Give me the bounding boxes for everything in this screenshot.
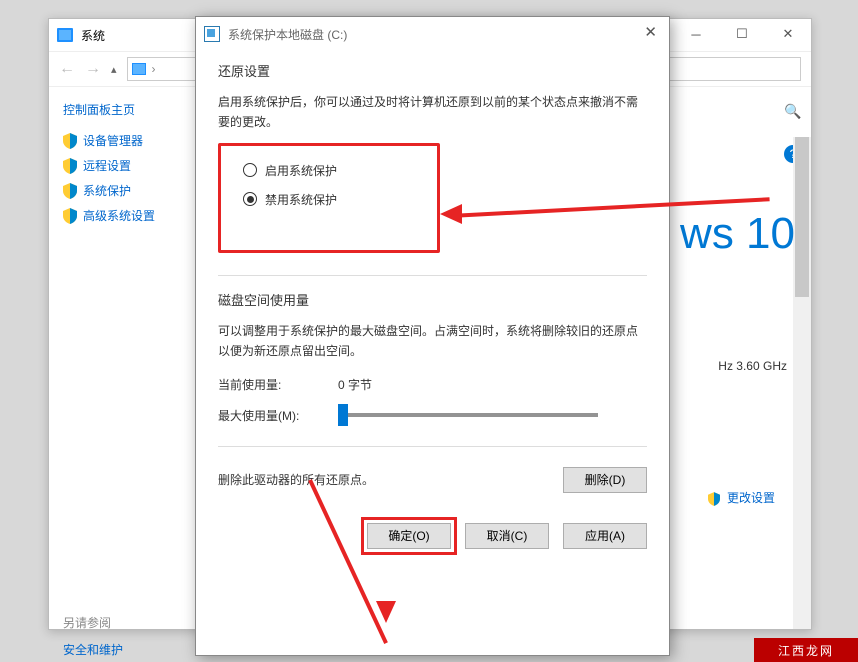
safety-link[interactable]: 安全和维护 xyxy=(63,641,181,658)
current-usage-label: 当前使用量: xyxy=(218,376,338,393)
arrow-head-icon xyxy=(376,601,396,623)
radio-group-highlight: 启用系统保护 禁用系统保护 xyxy=(218,143,440,253)
bg-window-controls: ─ ☐ ✕ xyxy=(673,19,811,49)
restore-description: 启用系统保护后，你可以通过及时将计算机还原到以前的某个状态点来撤消不需要的更改。 xyxy=(218,92,647,133)
sidebar: 控制面板主页 设备管理器 远程设置 系统保护 高级系统设置 另请参阅 安全和维护 xyxy=(49,87,195,629)
breadcrumb-icon xyxy=(132,63,146,75)
radio-checked-icon xyxy=(243,192,257,206)
change-settings-link[interactable]: 更改设置 xyxy=(708,489,775,506)
divider xyxy=(218,446,647,447)
close-button[interactable]: ✕ xyxy=(765,19,811,49)
up-arrow-icon[interactable]: ▴ xyxy=(111,63,117,76)
bg-title: 系统 xyxy=(81,27,105,44)
forward-arrow-icon[interactable]: → xyxy=(85,60,101,78)
delete-description: 删除此驱动器的所有还原点。 xyxy=(218,471,374,488)
cancel-button[interactable]: 取消(C) xyxy=(465,523,549,549)
apply-button[interactable]: 应用(A) xyxy=(563,523,647,549)
sidebar-item-label: 设备管理器 xyxy=(83,132,143,149)
slider-thumb[interactable] xyxy=(338,404,348,426)
dialog-button-row: 确定(O) 取消(C) 应用(A) xyxy=(218,523,647,549)
arrow-head-icon xyxy=(440,204,462,224)
dialog-title: 系统保护本地磁盘 (C:) xyxy=(228,26,347,43)
shield-icon xyxy=(63,158,77,174)
dialog-close-button[interactable]: ✕ xyxy=(644,23,657,41)
disk-description: 可以调整用于系统保护的最大磁盘空间。占满空间时，系统将删除较旧的还原点以便为新还… xyxy=(218,321,647,362)
delete-button[interactable]: 删除(D) xyxy=(563,467,647,493)
cpu-info: Hz 3.60 GHz xyxy=(718,359,787,373)
shield-icon xyxy=(63,208,77,224)
sidebar-item-protection[interactable]: 系统保护 xyxy=(63,182,181,199)
shield-icon xyxy=(63,183,77,199)
control-panel-home-link[interactable]: 控制面板主页 xyxy=(63,101,181,118)
back-arrow-icon[interactable]: ← xyxy=(59,60,75,78)
sidebar-item-label: 系统保护 xyxy=(83,182,131,199)
shield-icon xyxy=(708,492,720,506)
radio-icon xyxy=(243,163,257,177)
max-usage-label: 最大使用量(M): xyxy=(218,407,338,424)
ok-button[interactable]: 确定(O) xyxy=(367,523,451,549)
maximize-button[interactable]: ☐ xyxy=(719,19,765,49)
windows-logo-text: ws 10 xyxy=(680,209,795,259)
disable-protection-option[interactable]: 禁用系统保护 xyxy=(243,191,419,208)
change-settings-label: 更改设置 xyxy=(727,491,775,505)
sidebar-item-label: 高级系统设置 xyxy=(83,207,155,224)
vertical-scrollbar[interactable] xyxy=(793,137,811,629)
sidebar-item-label: 远程设置 xyxy=(83,157,131,174)
current-usage-row: 当前使用量: 0 字节 xyxy=(218,376,647,393)
watermark: 江西龙网 xyxy=(754,638,858,662)
sidebar-item-remote[interactable]: 远程设置 xyxy=(63,157,181,174)
minimize-button[interactable]: ─ xyxy=(673,19,719,49)
sidebar-item-device-manager[interactable]: 设备管理器 xyxy=(63,132,181,149)
sidebar-item-advanced[interactable]: 高级系统设置 xyxy=(63,207,181,224)
disable-option-label: 禁用系统保护 xyxy=(265,191,337,208)
restore-section-title: 还原设置 xyxy=(218,61,647,80)
system-protection-dialog: 系统保护本地磁盘 (C:) ✕ 还原设置 启用系统保护后，你可以通过及时将计算机… xyxy=(195,16,670,656)
system-icon xyxy=(57,28,73,42)
dialog-icon xyxy=(204,26,220,42)
scrollbar-thumb[interactable] xyxy=(795,137,809,297)
disk-section-title: 磁盘空间使用量 xyxy=(218,290,647,309)
max-usage-slider[interactable] xyxy=(338,413,598,417)
see-also-label: 另请参阅 xyxy=(63,614,181,631)
shield-icon xyxy=(63,133,77,149)
dialog-titlebar: 系统保护本地磁盘 (C:) ✕ xyxy=(196,17,669,51)
enable-protection-option[interactable]: 启用系统保护 xyxy=(243,162,419,179)
divider xyxy=(218,275,647,276)
search-icon[interactable]: 🔍 xyxy=(784,103,801,119)
max-usage-row: 最大使用量(M): xyxy=(218,407,647,424)
enable-option-label: 启用系统保护 xyxy=(265,162,337,179)
current-usage-value: 0 字节 xyxy=(338,376,372,393)
